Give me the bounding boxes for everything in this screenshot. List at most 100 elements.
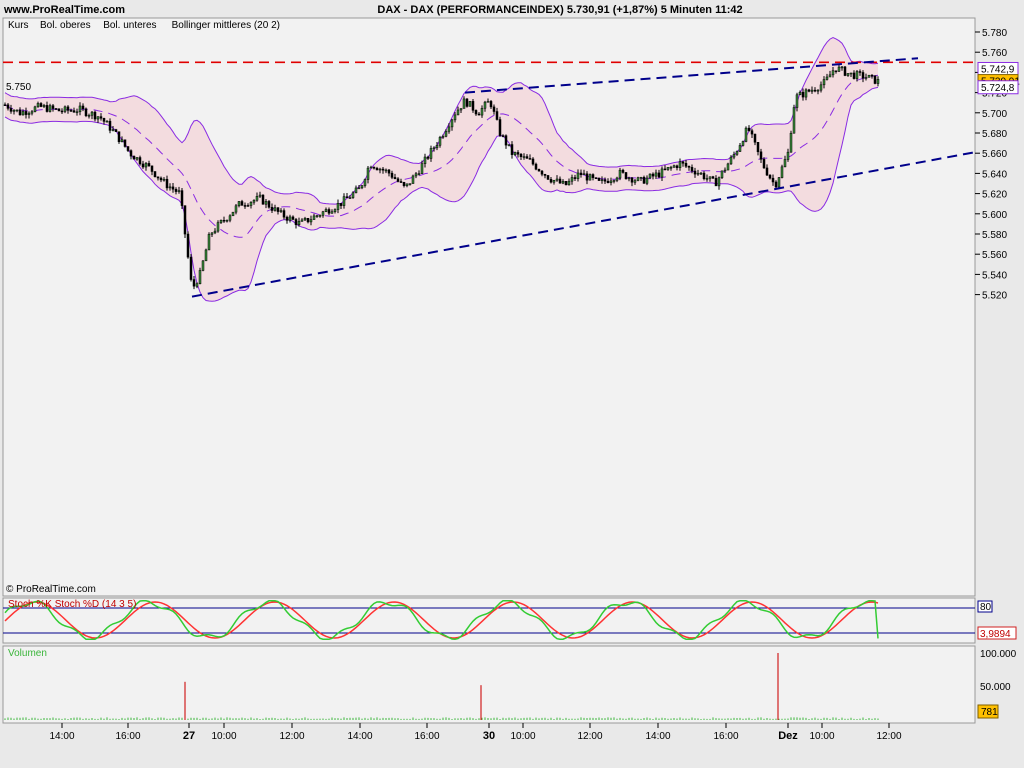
candle-body xyxy=(292,217,294,220)
candle-body xyxy=(538,169,540,171)
candle-body xyxy=(577,173,579,179)
candle-body xyxy=(679,162,681,168)
candle-body xyxy=(526,157,528,159)
candle-body xyxy=(571,178,573,182)
price-panel[interactable]: Kurs Bol. oberesBol. unteresBollinger mi… xyxy=(3,18,975,596)
candle-body xyxy=(343,197,345,206)
candle-body xyxy=(439,137,441,145)
y-tick-label: 5.600 xyxy=(982,210,1007,221)
candle-body xyxy=(127,147,129,151)
candle-body xyxy=(682,162,684,164)
candle-body xyxy=(166,179,168,188)
volume-panel[interactable]: Volumen xyxy=(3,646,975,723)
volume-tick-50000: 50.000 xyxy=(980,682,1011,693)
candle-body xyxy=(139,158,141,164)
candle-body xyxy=(181,191,183,206)
candle-body xyxy=(28,113,30,114)
x-tick-label: 10:00 xyxy=(211,731,236,742)
candle-body xyxy=(208,234,210,250)
time-x-axis: 14:0016:002710:0012:0014:0016:003010:001… xyxy=(49,723,901,742)
candle-body xyxy=(589,175,591,181)
candle-body xyxy=(121,140,123,142)
stochastic-panel[interactable]: Stoch %K Stoch %D (14 3 5) xyxy=(3,598,975,643)
candle-body xyxy=(457,110,459,115)
candle-body xyxy=(553,180,555,182)
candle-body xyxy=(190,257,192,279)
candle-body xyxy=(793,108,795,134)
candle-body xyxy=(490,101,492,107)
candle-body xyxy=(436,145,438,148)
candle-body xyxy=(856,71,858,78)
site-name[interactable]: www.ProRealTime.com xyxy=(3,4,125,16)
candle-body xyxy=(286,217,288,220)
candle-body xyxy=(532,159,534,164)
candle-body xyxy=(619,170,621,178)
candle-body xyxy=(175,189,177,191)
candle-body xyxy=(271,207,273,210)
candle-body xyxy=(796,95,798,108)
candle-body xyxy=(853,73,855,79)
candle-body xyxy=(748,128,750,131)
candle-body xyxy=(820,85,822,90)
candle-body xyxy=(463,99,465,109)
candle-body xyxy=(370,167,372,168)
candle-body xyxy=(754,134,756,142)
candle-body xyxy=(130,151,132,157)
x-tick-label: 12:00 xyxy=(279,731,304,742)
candle-body xyxy=(280,211,282,212)
candle-body xyxy=(241,201,243,205)
candle-body xyxy=(691,167,693,171)
x-tick-label: 16:00 xyxy=(414,731,439,742)
candle-body xyxy=(223,220,225,221)
candle-body xyxy=(361,186,363,188)
candle-body xyxy=(205,250,207,261)
candle-body xyxy=(145,163,147,167)
candle-body xyxy=(556,179,558,180)
candle-body xyxy=(385,170,387,171)
candle-body xyxy=(253,200,255,202)
x-tick-label: 10:00 xyxy=(809,731,834,742)
legend-item: Bollinger mittleres (20 2) xyxy=(172,20,280,31)
candle-body xyxy=(826,77,828,80)
candle-body xyxy=(100,117,102,119)
candle-body xyxy=(688,166,690,167)
x-tick-label: 10:00 xyxy=(510,731,535,742)
candle-body xyxy=(832,71,834,75)
candle-body xyxy=(277,208,279,212)
candle-body xyxy=(268,201,270,207)
candle-body xyxy=(493,107,495,112)
candle-body xyxy=(226,220,228,221)
candle-body xyxy=(142,164,144,167)
candle-body xyxy=(508,145,510,146)
candle-body xyxy=(7,105,9,109)
candle-body xyxy=(22,111,24,115)
candle-body xyxy=(196,284,198,287)
candle-body xyxy=(49,106,51,112)
candle-body xyxy=(607,181,609,183)
candle-body xyxy=(568,181,570,185)
candle-body xyxy=(328,209,330,213)
candle-body xyxy=(4,105,6,106)
candle-body xyxy=(640,177,642,178)
stoch-legend: Stoch %K Stoch %D (14 3 5) xyxy=(8,599,136,610)
candle-body xyxy=(382,169,384,170)
candle-body xyxy=(520,154,522,156)
candle-body xyxy=(487,101,489,102)
candle-body xyxy=(163,179,165,180)
candle-body xyxy=(865,77,867,78)
candle-body xyxy=(247,205,249,206)
candle-body xyxy=(709,177,711,179)
candle-body xyxy=(235,206,237,212)
candle-body xyxy=(274,208,276,211)
candle-body xyxy=(529,158,531,159)
candle-body xyxy=(337,203,339,209)
volume-last-text: 781 xyxy=(981,707,998,718)
band-badge-text: 5.742,9 xyxy=(981,64,1015,75)
candle-body xyxy=(106,121,108,122)
candle-body xyxy=(442,136,444,137)
candle-body xyxy=(397,179,399,182)
candle-body xyxy=(829,75,831,77)
candle-body xyxy=(838,67,840,71)
candle-body xyxy=(835,71,837,72)
candle-body xyxy=(763,159,765,168)
